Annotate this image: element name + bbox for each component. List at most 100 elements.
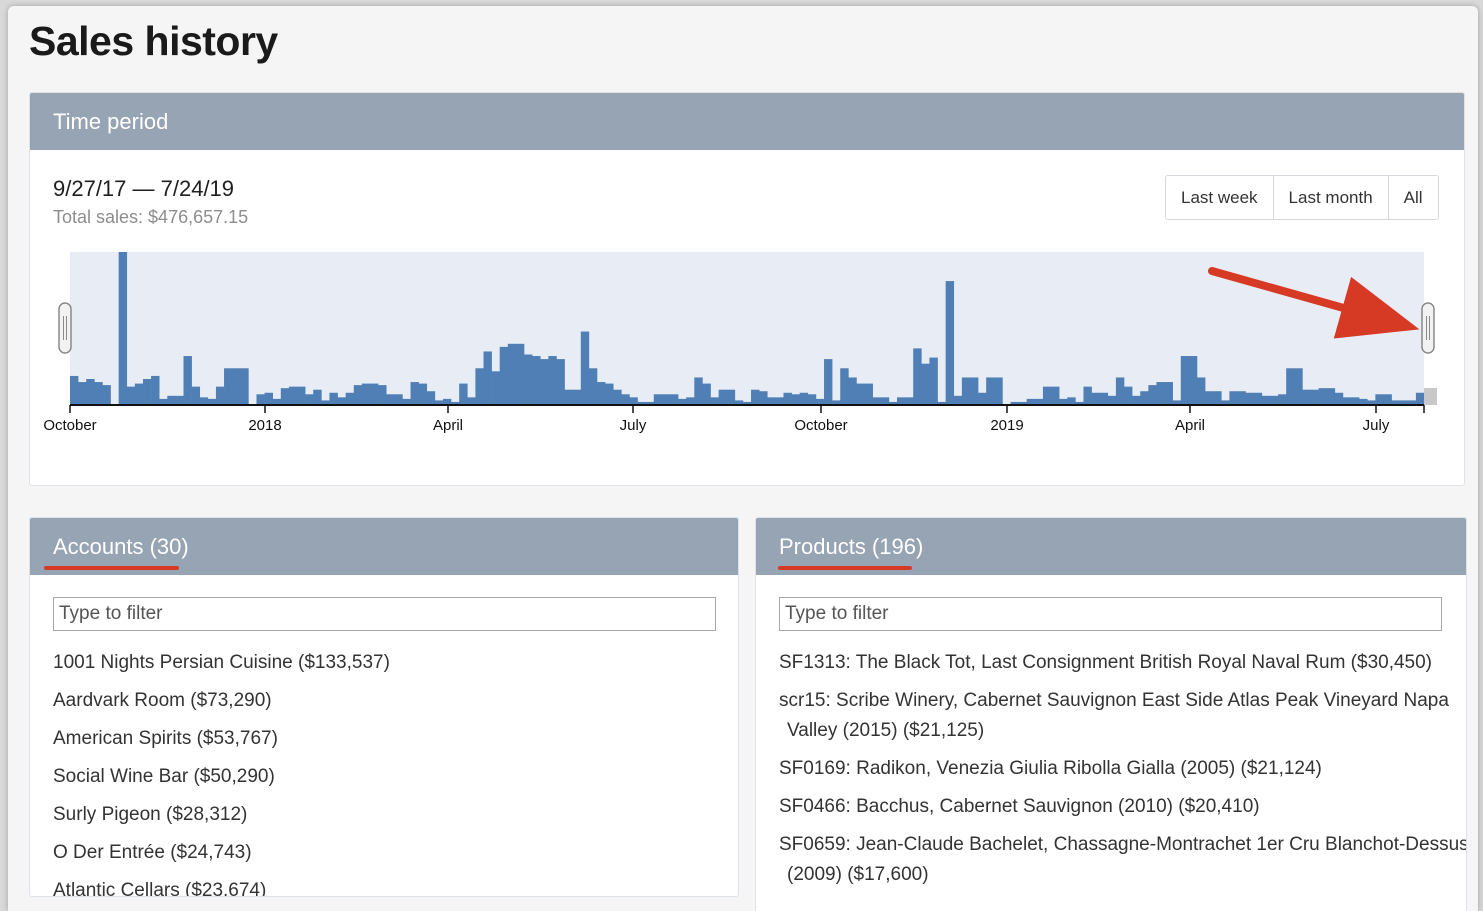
right-brush-handle[interactable] [1421, 302, 1435, 354]
products-header: Products (196) [756, 518, 1466, 575]
chart-bar [1310, 389, 1319, 405]
chart-bar [126, 386, 136, 405]
date-range-label: 9/27/17 — 7/24/19 [53, 176, 235, 201]
x-tick-label: 2018 [248, 417, 281, 434]
chart-bar [1132, 395, 1141, 405]
account-item[interactable]: Social Wine Bar ($50,290) [53, 762, 723, 792]
chart-bar [532, 356, 541, 405]
sales-chart[interactable]: October 2018 April July October 2019 April July [30, 228, 1465, 448]
chart-bar [621, 394, 630, 405]
chart-bar [410, 382, 419, 405]
chart-bar [921, 363, 930, 405]
product-item[interactable]: SF1313: The Black Tot, Last Consignment … [779, 648, 1466, 678]
chart-bar [799, 392, 809, 405]
products-list: SF1313: The Black Tot, Last Consignment … [779, 648, 1466, 898]
chart-bar [864, 383, 873, 405]
x-tick-label: April [1175, 417, 1205, 434]
chart-bar [1261, 395, 1271, 405]
chart-bar [467, 397, 476, 405]
chart-bar [491, 371, 501, 405]
chart-bar [183, 356, 192, 405]
chart-bar [1051, 386, 1060, 405]
chart-bar [142, 378, 152, 405]
chart-bar [1164, 382, 1173, 405]
chart-bar [564, 389, 573, 405]
accounts-annotation-underline [44, 566, 179, 570]
chart-bar [1205, 391, 1214, 405]
chart-bar [1148, 385, 1157, 405]
chart-bar [718, 389, 728, 405]
chart-bar [224, 368, 233, 405]
product-item[interactable]: SF0466: Bacchus, Cabernet Sauvignon (201… [779, 792, 1466, 822]
chart-bar [994, 377, 1003, 405]
chart-bar [102, 385, 111, 405]
chart-bar [369, 383, 379, 405]
all-button[interactable]: All [1388, 176, 1438, 219]
accounts-list: 1001 Nights Persian Cuisine ($133,537) A… [53, 648, 723, 896]
chart-bar [1124, 386, 1133, 405]
time-period-title: Time period [53, 109, 169, 134]
left-brush-handle[interactable] [58, 302, 72, 354]
chart-bar [572, 389, 582, 405]
chart-bar [1091, 392, 1100, 405]
chart-bar [345, 392, 355, 405]
chart-bar [459, 383, 468, 405]
chart-bar [1326, 388, 1336, 405]
account-item[interactable]: 1001 Nights Persian Cuisine ($133,537) [53, 648, 723, 678]
chart-bar [1188, 356, 1198, 405]
product-item[interactable]: SF0659: Jean-Claude Bachelet, Chassagne-… [779, 830, 1466, 890]
chart-bar [483, 351, 492, 405]
accounts-filter-input[interactable] [53, 597, 716, 631]
last-week-button[interactable]: Last week [1166, 176, 1274, 219]
chart-bar [840, 368, 849, 405]
x-tick-label: 2019 [990, 417, 1023, 434]
chart-bar [1083, 386, 1092, 405]
chart-bar [767, 397, 776, 405]
chart-bar [726, 389, 736, 405]
chart-bar [605, 383, 614, 405]
chart-bar [896, 397, 906, 405]
products-annotation-underline [778, 566, 912, 570]
chart-bar [86, 378, 95, 405]
chart-bar [759, 391, 768, 405]
chart-bar [305, 394, 314, 405]
chart-bar [1067, 397, 1076, 405]
x-tick-label: July [1363, 417, 1390, 434]
chart-bar [905, 397, 914, 405]
chart-bar [313, 389, 322, 405]
account-item[interactable]: Aardvark Room ($73,290) [53, 686, 723, 716]
account-item[interactable]: American Spirits ($53,767) [53, 724, 723, 754]
chart-bar [613, 389, 622, 405]
chart-bar [1042, 386, 1052, 405]
product-item[interactable]: SF0169: Radikon, Venezia Giulia Ribolla … [779, 754, 1466, 784]
chart-bar [540, 359, 549, 405]
chart-bar [524, 354, 533, 405]
account-item[interactable]: Atlantic Cellars ($23,674) [53, 876, 723, 896]
product-item[interactable]: scr15: Scribe Winery, Cabernet Sauvignon… [779, 686, 1466, 746]
chart-bar [1099, 392, 1109, 405]
chart-bar [361, 383, 371, 405]
total-sales-label: Total sales: $476,657.15 [53, 207, 249, 227]
chart-bar [1115, 377, 1125, 405]
accounts-title: Accounts (30) [53, 534, 189, 559]
chart-bar [337, 397, 346, 405]
chart-bar [969, 377, 979, 405]
chart-bar [669, 394, 679, 405]
chart-bar [70, 375, 79, 405]
account-item[interactable]: O Der Entrée ($24,743) [53, 838, 723, 868]
chart-bar [588, 368, 598, 405]
chart-bar [426, 391, 436, 405]
last-month-button[interactable]: Last month [1273, 176, 1389, 219]
chart-bar [256, 394, 265, 405]
account-item[interactable]: Surly Pigeon ($28,312) [53, 800, 723, 830]
chart-bar [1294, 368, 1303, 405]
products-filter-input[interactable] [779, 597, 1442, 631]
chart-bar [288, 386, 298, 405]
chart-bar [548, 356, 557, 405]
chart-bar [199, 397, 209, 405]
chart-bar [280, 388, 290, 405]
chart-bar [1180, 356, 1190, 405]
x-tick-label: July [620, 417, 647, 434]
chart-bar [791, 394, 800, 405]
chart-bar [1383, 394, 1392, 405]
